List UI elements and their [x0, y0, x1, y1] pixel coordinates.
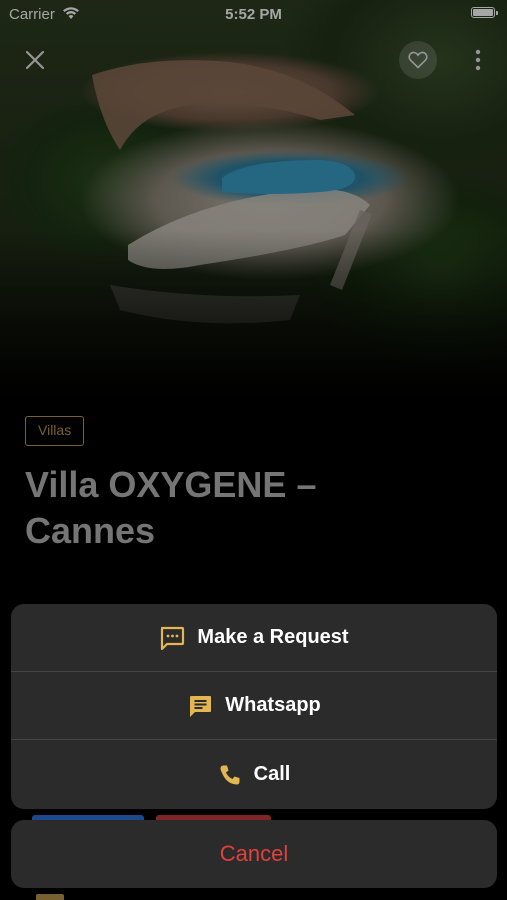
- chat-bubble-icon: [187, 694, 213, 718]
- whatsapp-option[interactable]: Whatsapp: [11, 672, 497, 740]
- call-option[interactable]: Call: [11, 740, 497, 809]
- message-dots-icon: [159, 626, 185, 650]
- make-request-option[interactable]: Make a Request: [11, 604, 497, 672]
- action-sheet: Make a Request Whatsapp Call: [11, 604, 497, 809]
- phone-icon: [218, 763, 242, 787]
- whatsapp-label: Whatsapp: [225, 694, 321, 716]
- make-request-label: Make a Request: [197, 626, 349, 648]
- call-label: Call: [253, 763, 291, 785]
- cancel-label: Cancel: [219, 841, 289, 866]
- cancel-button[interactable]: Cancel: [11, 820, 497, 888]
